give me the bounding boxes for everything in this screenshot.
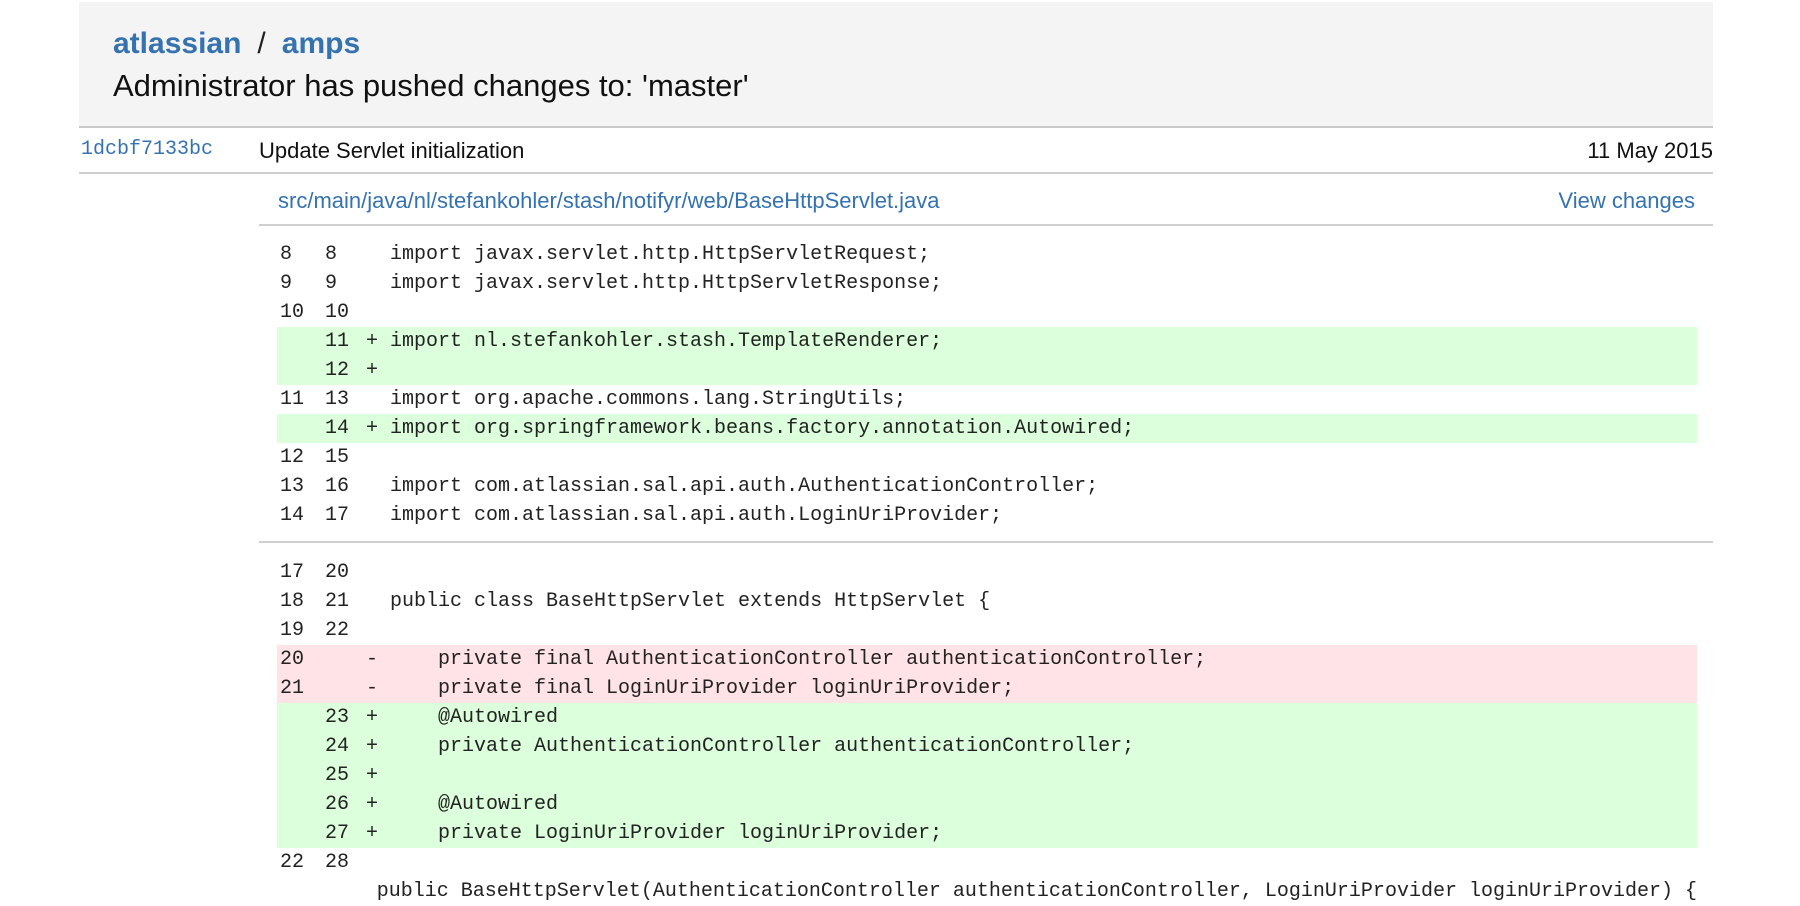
old-line-number: 22 xyxy=(280,851,305,874)
view-changes-link[interactable]: View changes xyxy=(1558,188,1695,214)
page-header: atlassian / amps Administrator has pushe… xyxy=(79,2,1713,128)
diff-line-added: 23 + @Autowired xyxy=(277,703,1697,732)
diff-line-context: 19 22 xyxy=(277,616,1697,645)
hunk-divider xyxy=(259,541,1713,543)
code-text: private LoginUriProvider loginUriProvide… xyxy=(390,822,943,845)
push-headline: Administrator has pushed changes to: 'ma… xyxy=(113,68,749,103)
diff-line-context: 22 28 xyxy=(277,848,1697,877)
diff-line-context: 9 9 import javax.servlet.http.HttpServletR… xyxy=(277,269,1697,298)
old-line-number: 8 xyxy=(280,243,293,266)
diff-line-added: 26 + @Autowired xyxy=(277,790,1697,819)
old-line-number: 17 xyxy=(280,561,305,584)
breadcrumb-separator: / xyxy=(257,27,266,60)
new-line-number: 28 xyxy=(325,851,350,874)
diff-line-context: 18 21 public class BaseHttpServlet extends… xyxy=(277,587,1697,616)
diff-marker: - xyxy=(366,677,379,700)
project-link[interactable]: atlassian xyxy=(113,25,241,63)
code-text: import nl.stefankohler.stash.TemplateRen… xyxy=(390,330,943,353)
code-text: import org.apache.commons.lang.StringUti… xyxy=(390,388,907,411)
new-line-number: 23 xyxy=(325,706,350,729)
new-line-number: 20 xyxy=(325,561,350,584)
old-line-number: 12 xyxy=(280,446,305,469)
old-line-number: 14 xyxy=(280,504,305,527)
new-line-number: 17 xyxy=(325,504,350,527)
code-text: import com.atlassian.sal.api.auth.LoginU… xyxy=(390,504,1003,527)
new-line-number: 15 xyxy=(325,446,350,469)
diff-line-added: 11 + import nl.stefankohler.stash.Template… xyxy=(277,327,1697,356)
code-text: @Autowired xyxy=(390,793,559,816)
code-text: private AuthenticationController authent… xyxy=(390,735,1135,758)
code-text: import com.atlassian.sal.api.auth.Authen… xyxy=(390,475,1099,498)
diff-line-context: 10 10 xyxy=(277,298,1697,327)
code-text: private final AuthenticationController a… xyxy=(390,648,1207,671)
old-line-number: 20 xyxy=(280,648,305,671)
new-line-number: 26 xyxy=(325,793,350,816)
file-header: src/main/java/nl/stefankohler/stash/noti… xyxy=(259,174,1713,226)
diff-marker: - xyxy=(366,648,379,671)
code-text: import javax.servlet.http.HttpServletReq… xyxy=(390,243,931,266)
new-line-number: 8 xyxy=(325,243,338,266)
diff-marker: + xyxy=(366,330,379,353)
new-line-number: 13 xyxy=(325,388,350,411)
new-line-number: 27 xyxy=(325,822,350,845)
old-line-number: 11 xyxy=(280,388,305,411)
old-line-number: 19 xyxy=(280,619,305,642)
commit-date: 11 May 2015 xyxy=(1587,138,1713,163)
old-line-number: 13 xyxy=(280,475,305,498)
diff-line-removed: 21 - private final LoginUriProvider login… xyxy=(277,674,1697,703)
diff-line-context: 12 15 xyxy=(277,443,1697,472)
diff-line-added: 25 + xyxy=(277,761,1697,790)
diff-line-removed: 20 - private final AuthenticationControll… xyxy=(277,645,1697,674)
old-line-number: 10 xyxy=(280,301,305,324)
old-line-number: 9 xyxy=(280,272,293,295)
diff-marker: + xyxy=(366,706,379,729)
diff-line-context: 17 20 xyxy=(277,558,1697,587)
code-text: public class BaseHttpServlet extends Htt… xyxy=(390,590,991,613)
old-line-number: 18 xyxy=(280,590,305,613)
code-text: public BaseHttpServlet(AuthenticationCon… xyxy=(328,880,1697,903)
diff-marker: + xyxy=(366,764,379,787)
new-line-number: 11 xyxy=(325,330,350,353)
diff-hunk: 17 20 18 21 public class BaseHttpServlet ext… xyxy=(277,558,1697,906)
code-text: import javax.servlet.http.HttpServletRes… xyxy=(390,272,943,295)
diff-marker: + xyxy=(366,359,379,382)
diff-marker: + xyxy=(366,822,379,845)
diff-marker: + xyxy=(366,793,379,816)
new-line-number: 25 xyxy=(325,764,350,787)
file-path-link[interactable]: src/main/java/nl/stefankohler/stash/noti… xyxy=(278,188,940,214)
diff-line-added: 12 + xyxy=(277,356,1697,385)
old-line-number: 21 xyxy=(280,677,305,700)
diff-line-added: 27 + private LoginUriProvider loginUriPro… xyxy=(277,819,1697,848)
new-line-number: 12 xyxy=(325,359,350,382)
commit-hash-link[interactable]: 1dcbf7133bc xyxy=(81,138,213,161)
new-line-number: 24 xyxy=(325,735,350,758)
breadcrumb: atlassian / amps xyxy=(113,25,360,63)
diff-line-context: public BaseHttpServlet(AuthenticationCon… xyxy=(277,877,1697,906)
code-text: private final LoginUriProvider loginUriP… xyxy=(390,677,1015,700)
new-line-number: 16 xyxy=(325,475,350,498)
repo-link[interactable]: amps xyxy=(282,25,360,63)
new-line-number: 9 xyxy=(325,272,338,295)
code-text: import org.springframework.beans.factory… xyxy=(390,417,1135,440)
diff-line-context: 13 16 import com.atlassian.sal.api.auth.Au… xyxy=(277,472,1697,501)
new-line-number: 22 xyxy=(325,619,350,642)
new-line-number: 21 xyxy=(325,590,350,613)
diff-line-added: 14 + import org.springframework.beans.fact… xyxy=(277,414,1697,443)
diff-line-context: 14 17 import com.atlassian.sal.api.auth.Lo… xyxy=(277,501,1697,530)
commit-message: Update Servlet initialization xyxy=(259,138,525,163)
commit-row: 1dcbf7133bc Update Servlet initializatio… xyxy=(79,130,1713,174)
code-text: @Autowired xyxy=(390,706,559,729)
diff-marker: + xyxy=(366,735,379,758)
diff-line-context: 8 8 import javax.servlet.http.HttpServletR… xyxy=(277,240,1697,269)
new-line-number: 10 xyxy=(325,301,350,324)
diff-hunk: 8 8 import javax.servlet.http.HttpServletR… xyxy=(277,240,1697,530)
diff-line-context: 11 13 import org.apache.commons.lang.Strin… xyxy=(277,385,1697,414)
diff-line-added: 24 + private AuthenticationController aut… xyxy=(277,732,1697,761)
diff-marker: + xyxy=(366,417,379,440)
new-line-number: 14 xyxy=(325,417,350,440)
